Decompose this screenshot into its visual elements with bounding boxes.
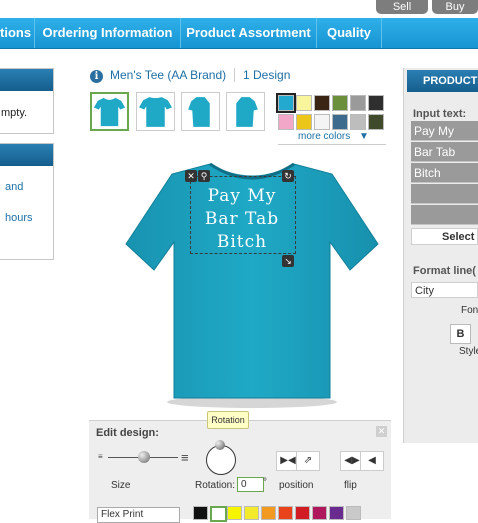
divider xyxy=(278,144,386,145)
left-panel-header xyxy=(0,69,53,91)
tab-buy-label: Buy xyxy=(445,1,465,13)
color-swatch[interactable] xyxy=(278,114,294,130)
rotate-icon[interactable]: ↻ xyxy=(282,170,294,182)
design-text-line1: Pay My xyxy=(207,186,277,206)
tab-buy[interactable]: Buy xyxy=(432,0,478,14)
color-swatch[interactable] xyxy=(350,114,366,130)
style-label: Style xyxy=(459,346,478,357)
info-icon[interactable]: i xyxy=(90,70,103,83)
flip-horizontal-icon: ◀▶ xyxy=(344,455,360,466)
view-thumb-front[interactable] xyxy=(90,92,129,131)
product-title-link[interactable]: Men's Tee (AA Brand) xyxy=(110,68,226,82)
color-swatch[interactable] xyxy=(368,95,384,111)
color-swatch[interactable] xyxy=(276,93,296,113)
more-colors-link[interactable]: more colors ▼ xyxy=(298,131,369,142)
close-icon[interactable]: ✕ xyxy=(376,426,387,437)
print-color-swatch[interactable] xyxy=(210,506,227,522)
tshirt-side-right-icon xyxy=(236,97,258,127)
color-swatch[interactable] xyxy=(332,95,348,111)
select-button[interactable]: Select xyxy=(411,228,478,245)
position-label: position xyxy=(279,480,314,491)
tab-sell[interactable]: Sell xyxy=(376,0,428,14)
input-text-line1[interactable]: Pay My xyxy=(411,121,478,141)
font-label: Font xyxy=(461,305,478,316)
tab-sell-label: Sell xyxy=(392,1,412,13)
tshirt-back-icon xyxy=(139,97,172,127)
bold-button[interactable]: B xyxy=(450,324,471,344)
size-slider-handle[interactable] xyxy=(138,451,150,463)
input-text-line5[interactable] xyxy=(411,205,478,225)
size-label: Size xyxy=(111,480,131,491)
design-count-link[interactable]: 1 Design xyxy=(243,68,290,82)
print-type-value: Flex Print xyxy=(101,509,144,520)
color-swatch[interactable] xyxy=(368,114,384,130)
nav-item-ordering-information[interactable]: Ordering Information xyxy=(35,18,181,48)
delete-icon[interactable]: ✕ xyxy=(185,170,197,182)
left-link-line1[interactable]: and xyxy=(5,181,23,193)
color-swatch[interactable] xyxy=(296,95,312,111)
degree-symbol: ° xyxy=(263,477,267,488)
arrows-inward-icon: ▶◀ xyxy=(280,455,296,466)
edit-design-title: Edit design: xyxy=(96,427,159,439)
divider xyxy=(234,68,235,82)
zoom-icon[interactable]: ⚲ xyxy=(198,170,210,182)
size-small-icon: ≡ xyxy=(98,452,103,461)
input-text-line2[interactable]: Bar Tab xyxy=(411,142,478,162)
nav-label: Ordering Information xyxy=(42,25,173,40)
arrows-diagonal-icon: ⇗ xyxy=(303,455,313,466)
nav-label: Quality xyxy=(326,25,372,40)
left-panel-cart: mpty. xyxy=(0,68,54,134)
main-nav: tions Ordering Information Product Assor… xyxy=(0,18,478,49)
left-panel-header xyxy=(0,144,53,166)
rotation-dial-handle[interactable] xyxy=(215,440,225,450)
center-vertical-button[interactable]: ⇗ xyxy=(296,451,320,471)
rotation-input[interactable]: 0 xyxy=(237,477,264,492)
flip-label: flip xyxy=(344,480,357,491)
cart-empty-text: mpty. xyxy=(1,107,28,119)
view-thumb-right[interactable] xyxy=(226,92,265,131)
nav-item-quality[interactable]: Quality xyxy=(317,18,382,48)
color-swatch[interactable] xyxy=(332,114,348,130)
chevron-down-icon: ▼ xyxy=(359,131,369,142)
resize-icon[interactable]: ↘ xyxy=(282,255,294,267)
nav-item-informations[interactable]: tions xyxy=(0,18,35,48)
input-text-line4[interactable] xyxy=(411,184,478,204)
nav-label: Product Assortment xyxy=(186,25,311,40)
right-panel-header: PRODUCTS xyxy=(407,70,478,92)
tshirt-side-left-icon xyxy=(188,97,210,127)
input-text-label: Input text: xyxy=(413,108,467,120)
rotation-tooltip: Rotation xyxy=(207,411,249,429)
color-swatch[interactable] xyxy=(350,95,366,111)
design-text-line3: Bitch xyxy=(216,232,268,252)
tshirt-front-icon xyxy=(93,97,126,127)
left-panel-shipping: and hours xyxy=(0,143,54,260)
view-thumb-back[interactable] xyxy=(136,92,175,131)
color-swatch[interactable] xyxy=(296,114,312,130)
view-thumb-left[interactable] xyxy=(181,92,220,131)
left-link-line2[interactable]: hours xyxy=(5,212,33,224)
nav-label: tions xyxy=(0,25,32,40)
design-text-line2: Bar Tab xyxy=(204,209,280,229)
font-select[interactable]: City xyxy=(411,282,478,298)
format-line-label: Format line( xyxy=(413,265,476,277)
flip-vertical-button[interactable]: ◀ xyxy=(360,451,384,471)
input-text-line3[interactable]: Bitch xyxy=(411,163,478,183)
print-type-select[interactable]: Flex Print xyxy=(97,507,180,523)
nav-item-product-assortment[interactable]: Product Assortment xyxy=(181,18,317,48)
rotation-label: Rotation: xyxy=(195,480,236,491)
color-swatch[interactable] xyxy=(314,95,330,111)
color-swatch[interactable] xyxy=(314,114,330,130)
size-large-icon: ≡ xyxy=(181,450,189,465)
more-colors-label: more colors xyxy=(298,131,351,142)
flip-vertical-icon: ◀ xyxy=(368,455,376,466)
